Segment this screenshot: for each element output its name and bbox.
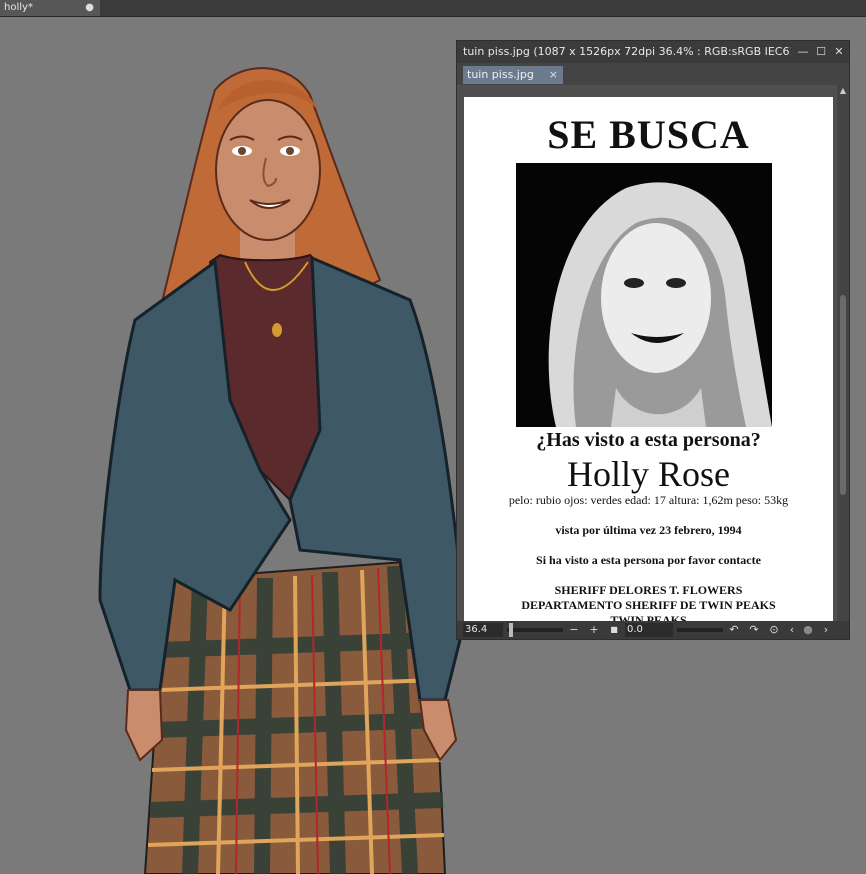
poster-name: Holly Rose (566, 454, 730, 494)
close-icon[interactable]: ✕ (833, 46, 845, 58)
zoom-slider-handle[interactable] (509, 623, 513, 637)
scroll-up-icon[interactable]: ▲ (837, 85, 849, 97)
reset-rotation-icon[interactable]: ⊙ (767, 623, 781, 637)
poster-stats: pelo: rubio ojos: verdes edad: 17 altura… (508, 493, 789, 507)
document-tab-label: holly* (4, 2, 33, 13)
zoom-in-icon[interactable]: + (587, 623, 601, 637)
poster-contact: Si ha visto a esta persona por favor con… (536, 553, 761, 567)
zoom-out-icon[interactable]: − (567, 623, 581, 637)
rotation-slider[interactable] (677, 628, 723, 632)
tab-close-icon[interactable]: × (549, 66, 558, 84)
modified-indicator-icon: ● (85, 2, 94, 13)
vertical-scrollbar[interactable]: ▲ (837, 85, 849, 621)
rotation-angle-input[interactable]: 0.0 (625, 623, 673, 637)
poster-contact-line-2: DEPARTAMENTO SHERIFF DE TWIN PEAKS (521, 598, 776, 612)
sub-view-tab-label: tuin piss.jpg (467, 68, 534, 81)
sub-view-tab-bar: tuin piss.jpg × ⌄ (457, 63, 849, 100)
image-view-area[interactable]: SE BUSCA ¿Has visto a esta persona? Holl… (457, 85, 849, 623)
sub-view-title-bar[interactable]: tuin piss.jpg (1087 x 1526px 72dpi 36.4%… (457, 41, 849, 63)
tab-tuin-piss[interactable]: tuin piss.jpg × (463, 66, 563, 84)
zoom-slider[interactable] (507, 628, 563, 632)
poster-title: SE BUSCA (547, 112, 750, 157)
zoom-input[interactable]: 36.4 (463, 623, 503, 637)
window-controls: — ☐ ✕ (797, 41, 845, 63)
scrollbar-thumb[interactable] (840, 295, 846, 495)
pan-icon[interactable]: ● (801, 623, 815, 637)
maximize-icon[interactable]: ☐ (815, 46, 827, 58)
poster-question: ¿Has visto a esta persona? (536, 429, 761, 451)
rotate-right-icon[interactable]: ↷ (747, 623, 761, 637)
missing-poster-image: SE BUSCA ¿Has visto a esta persona? Holl… (464, 97, 833, 623)
scroll-right-icon[interactable]: › (819, 623, 833, 637)
scroll-left-icon[interactable]: ‹ (785, 623, 799, 637)
poster-contact-line-1: SHERIFF DELORES T. FLOWERS (554, 583, 743, 597)
sub-view-title: tuin piss.jpg (1087 x 1526px 72dpi 36.4%… (463, 45, 791, 58)
poster-last-seen: vista por última vez 23 febrero, 1994 (555, 523, 742, 537)
document-tab-holly[interactable]: holly* ● (0, 0, 100, 16)
fit-icon[interactable]: ■ (607, 623, 621, 637)
minimize-icon[interactable]: — (797, 46, 809, 58)
sub-view-status-bar: 36.4 − + ■ 0.0 ↶ ↷ ⊙ ‹ ● › (457, 621, 849, 639)
rotate-left-icon[interactable]: ↶ (727, 623, 741, 637)
document-tab-bar: holly* ● (0, 0, 866, 17)
portrait-photo (516, 163, 772, 427)
sub-view-window[interactable]: tuin piss.jpg (1087 x 1526px 72dpi 36.4%… (456, 40, 850, 640)
